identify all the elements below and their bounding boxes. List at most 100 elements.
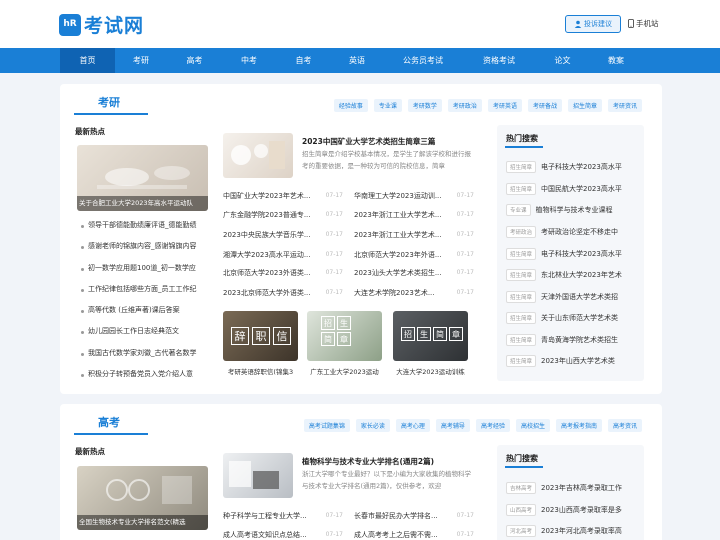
article-link[interactable]: 湘潭大学2023高水平运动... 07-17 — [223, 250, 343, 260]
article-link[interactable]: 2023中央民族大学音乐学... 07-17 — [223, 230, 343, 240]
nav-item-kaoyan[interactable]: 考研 — [115, 48, 167, 73]
latest-heading: 最新热点 — [75, 447, 105, 456]
section-title[interactable]: 高考 — [98, 414, 120, 430]
article-link[interactable]: 2023年浙江工业大学艺术... 07-17 — [354, 230, 474, 240]
section-tag[interactable]: 考研备战 — [527, 99, 562, 112]
hot-search-item[interactable]: 招生简章 电子科技大学2023高水平 — [506, 161, 627, 173]
featured-image[interactable]: 关于合肥工业大学2023年高水平运动队 — [77, 145, 208, 211]
headline-item[interactable]: 初一数学应用题100道_初一数学应 — [77, 258, 208, 279]
section-tags: 高考试题集锦 家长必读 高考心理 高考辅导 高考经验 高校招生 高考报考指南 高… — [303, 419, 642, 432]
link-date: 07-17 — [456, 289, 474, 296]
section-tag[interactable]: 考研政治 — [447, 99, 482, 112]
nav-item-english[interactable]: 英语 — [331, 48, 383, 73]
hot-search-item[interactable]: 山西高考 2023山西高考录取率是多 — [506, 504, 627, 516]
nav-item-lesson-plan[interactable]: 教案 — [590, 48, 642, 73]
headline-item[interactable]: 工作纪律包括哪些方面_员工工作纪 — [77, 279, 208, 300]
thumbnail-card[interactable]: 辞 职 信 — [223, 311, 298, 361]
section-title[interactable]: 考研 — [98, 94, 120, 110]
section-tags: 经验故事 专业课 考研数学 考研政治 考研英语 考研备战 招生简章 考研资讯 — [333, 99, 642, 112]
thumbnail-card[interactable]: 招 生 简 章 — [393, 311, 468, 361]
site-logo[interactable]: hR 考试网 — [59, 11, 144, 38]
hot-search-item[interactable]: 招生简章 2023年山西大学艺术类 — [506, 355, 627, 367]
thumbnail-caption[interactable]: 广东工业大学2023运动 — [307, 366, 382, 376]
hot-search-item[interactable]: 招生简章 电子科技大学2023高水平 — [506, 248, 627, 260]
nav-item-gaokao[interactable]: 高考 — [167, 48, 222, 73]
section-tag[interactable]: 高考心理 — [395, 419, 430, 432]
stamp-char: 简 — [433, 327, 447, 341]
thumbnail-caption[interactable]: 大连大学2023运动训练 — [393, 366, 468, 376]
hot-search-item[interactable]: 招生简章 天津外国语大学艺术类招 — [506, 291, 627, 303]
article-title[interactable]: 植物科学与技术专业大学排名(通用2篇) — [302, 456, 434, 467]
section-tag[interactable]: 考研英语 — [487, 99, 522, 112]
article-image[interactable] — [223, 453, 293, 498]
hot-search-item[interactable]: 招生简章 关于山东师范大学艺术类 — [506, 312, 627, 324]
section-tag[interactable]: 高考报考指南 — [555, 419, 602, 432]
article-link[interactable]: 2023北京师范大学外语类... 07-17 — [223, 288, 343, 298]
section-tag[interactable]: 考研资讯 — [607, 99, 642, 112]
hot-search-underline — [505, 466, 543, 468]
hot-search-item[interactable]: 河北高考 2023年河北高考录取率高 — [506, 525, 627, 537]
article-link[interactable]: 2023年浙江工业大学艺术... 07-17 — [354, 210, 474, 220]
section-tag[interactable]: 专业课 — [373, 99, 402, 112]
link-title: 2023年浙江工业大学艺术... — [354, 211, 442, 219]
hot-search-item[interactable]: 招生简章 青岛黄海学院艺术类招生 — [506, 334, 627, 346]
headline-item[interactable]: 我国古代数学家刘徽_古代著名数学 — [77, 343, 208, 364]
article-link[interactable]: 成人高考考上之后需不需... 07-17 — [354, 530, 474, 540]
section-tag[interactable]: 招生简章 — [567, 99, 602, 112]
nav-item-zhongkao[interactable]: 中考 — [222, 48, 276, 73]
article-link[interactable]: 长春市最好民办大学排名... 07-17 — [354, 511, 474, 521]
article-link[interactable]: 华南理工大学2023运动训... 07-17 — [354, 191, 474, 201]
article-link[interactable]: 北京师范大学2023外语类... 07-17 — [223, 268, 343, 278]
article-image[interactable] — [223, 133, 293, 178]
link-date: 07-17 — [325, 289, 343, 296]
stamp-char: 章 — [337, 332, 351, 346]
hot-search-item[interactable]: 考研政治 考研政治论坚定不移走中 — [506, 226, 627, 238]
link-date: 07-17 — [325, 512, 343, 519]
article-link[interactable]: 北京师范大学2023年外语... 07-17 — [354, 250, 474, 260]
article-link[interactable]: 广东金融学院2023普通专... 07-17 — [223, 210, 343, 220]
stamp-char: 章 — [449, 327, 463, 341]
section-tag[interactable]: 经验故事 — [333, 99, 368, 112]
hot-title: 天津外国语大学艺术类招 — [541, 293, 619, 301]
nav-item-home[interactable]: 首页 — [60, 48, 115, 73]
hot-search-item[interactable]: 招生简章 中国民航大学2023高水平 — [506, 183, 627, 195]
section-tag[interactable]: 高校招生 — [515, 419, 550, 432]
feedback-button[interactable]: 投诉建议 — [565, 15, 621, 33]
thumbnail-caption[interactable]: 考研英语辞职信(锦集3 — [223, 366, 298, 376]
featured-image[interactable]: 全国生物技术专业大学排名范文(精选 — [77, 466, 208, 530]
headline-item[interactable]: 幼儿园园长工作日志经典范文 — [77, 321, 208, 342]
hot-tag: 招生简章 — [506, 355, 537, 367]
article-link[interactable]: 种子科学与工程专业大学... 07-17 — [223, 511, 343, 521]
nav-item-civil-service[interactable]: 公务员考试 — [383, 48, 463, 73]
headline-item[interactable]: 积极分子转预备党员入党介绍人意 — [77, 364, 208, 385]
section-tag[interactable]: 高考试题集锦 — [303, 419, 350, 432]
section-tag[interactable]: 高考经验 — [475, 419, 510, 432]
section-tag[interactable]: 高考辅导 — [435, 419, 470, 432]
nav-item-qualification[interactable]: 资格考试 — [463, 48, 535, 73]
link-title: 成人高考语文知识点总结... — [223, 531, 307, 539]
hot-tag: 招生简章 — [506, 183, 537, 195]
thumbnail-card[interactable]: 招 生 简 章 — [307, 311, 382, 361]
section-tag[interactable]: 家长必读 — [355, 419, 390, 432]
article-link[interactable]: 成人高考语文知识点总结... 07-17 — [223, 530, 343, 540]
link-title: 2023汕头大学艺术类招生... — [354, 269, 442, 277]
headline-item[interactable]: 感谢老师的锦旗内容_感谢锦旗内容 — [77, 236, 208, 257]
mobile-site-link[interactable]: 手机站 — [628, 18, 659, 29]
stamp-char: 职 — [252, 327, 270, 345]
article-link[interactable]: 中国矿业大学2023年艺术... 07-17 — [223, 191, 343, 201]
headline-item[interactable]: 高等代数 (丘维声著)课后答案 — [77, 300, 208, 321]
nav-item-paper[interactable]: 论文 — [535, 48, 590, 73]
link-title: 大连艺术学院2023艺术... — [354, 289, 435, 297]
hot-search-item[interactable]: 吉林高考 2023年吉林高考录取工作 — [506, 482, 627, 494]
article-link[interactable]: 2023汕头大学艺术类招生... 07-17 — [354, 268, 474, 278]
hot-tag: 招生简章 — [506, 248, 537, 260]
hot-search-item[interactable]: 招生简章 东北林业大学2023年艺术 — [506, 269, 627, 281]
section-kaoyan: 考研 经验故事 专业课 考研数学 考研政治 考研英语 考研备战 招生简章 考研资… — [60, 84, 662, 394]
article-title[interactable]: 2023中国矿业大学艺术类招生简章三篇 — [302, 136, 435, 147]
headline-item[interactable]: 领导干部德能勤绩廉评语_德能勤绩 — [77, 215, 208, 236]
hot-search-item[interactable]: 专业课 植物科学与技术专业课程 — [506, 204, 622, 216]
section-tag[interactable]: 考研数学 — [407, 99, 442, 112]
article-link[interactable]: 大连艺术学院2023艺术... 07-17 — [354, 288, 474, 298]
nav-item-zikao[interactable]: 自考 — [276, 48, 331, 73]
section-tag[interactable]: 高考资讯 — [607, 419, 642, 432]
